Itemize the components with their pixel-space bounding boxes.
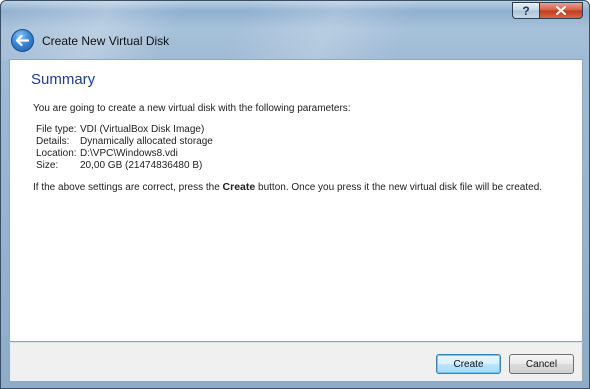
confirm-text-bold: Create — [222, 181, 256, 193]
param-value: VDI (VirtualBox Disk Image) — [80, 124, 205, 135]
button-bar: Create Cancel — [9, 342, 583, 382]
param-label: Size: — [36, 160, 59, 171]
page-title: Summary — [31, 71, 96, 88]
create-button[interactable]: Create — [436, 354, 501, 374]
param-details: Details: Dynamically allocated storage — [36, 136, 213, 148]
title-bar-glass — [1, 1, 590, 61]
param-label: File type: — [36, 124, 77, 135]
close-button[interactable] — [539, 2, 583, 19]
param-size: Size: 20,00 GB (21474836480 B) — [36, 160, 213, 172]
param-label: Details: — [36, 136, 70, 147]
back-arrow-icon — [16, 35, 29, 46]
param-value: 20,00 GB (21474836480 B) — [80, 160, 203, 171]
confirmation-text: If the above settings are correct, press… — [33, 181, 542, 193]
param-file-type: File type: VDI (VirtualBox Disk Image) — [36, 124, 213, 136]
parameter-list: File type: VDI (VirtualBox Disk Image) D… — [36, 124, 213, 172]
confirm-text-end: button. Once you press it the new virtua… — [255, 182, 543, 193]
caption-buttons: ? — [512, 2, 583, 20]
dialog-window: ? Create New Virtual Disk Summary You ar… — [0, 0, 590, 389]
cancel-button[interactable]: Cancel — [509, 354, 574, 374]
param-label: Location: — [36, 148, 77, 159]
close-icon — [556, 6, 566, 15]
param-location: Location: D:\VPC\Windows8.vdi — [36, 148, 213, 160]
wizard-content: Summary You are going to create a new vi… — [9, 59, 583, 342]
help-button[interactable]: ? — [512, 2, 539, 19]
back-button[interactable] — [11, 29, 34, 52]
confirm-text-start: If the above settings are correct, press… — [33, 182, 223, 193]
intro-text: You are going to create a new virtual di… — [33, 103, 351, 114]
param-value: Dynamically allocated storage — [80, 136, 213, 147]
window-title: Create New Virtual Disk — [42, 34, 170, 48]
param-value: D:\VPC\Windows8.vdi — [80, 148, 178, 159]
